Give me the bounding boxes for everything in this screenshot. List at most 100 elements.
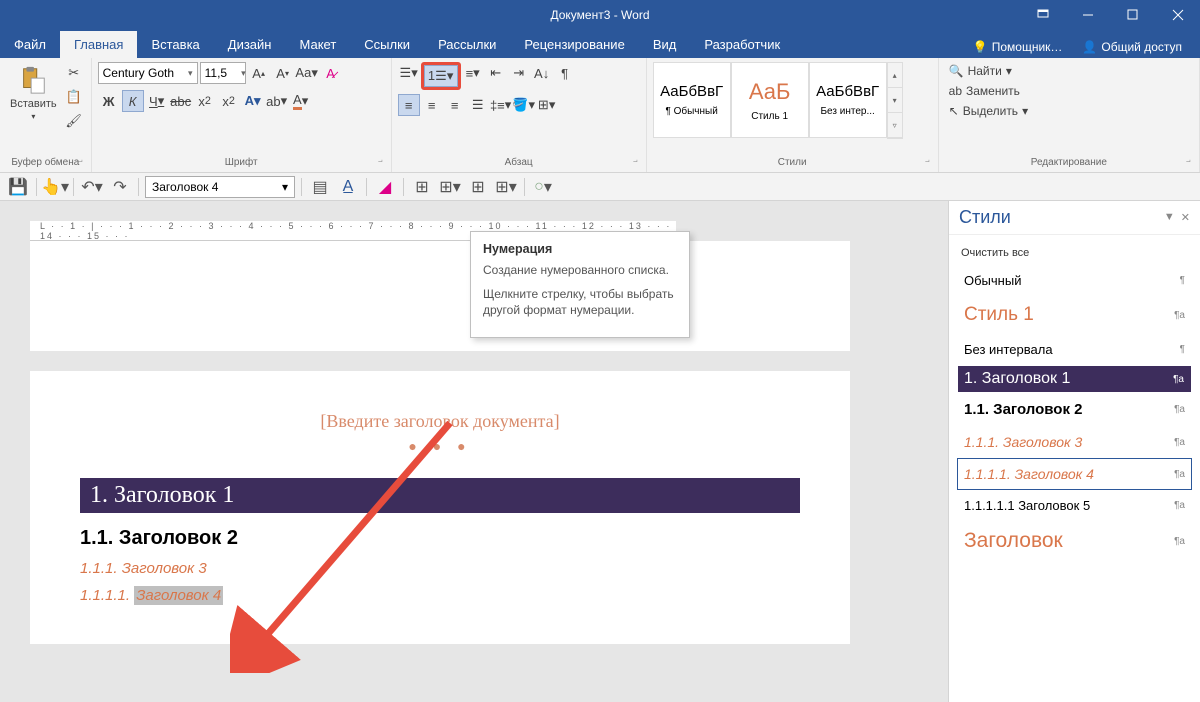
font-color-button[interactable]: A▾ bbox=[290, 90, 312, 112]
styles-pane-dropdown-icon[interactable]: ▼ bbox=[1164, 211, 1175, 224]
style-item-heading1[interactable]: 1. Заголовок 1¶a bbox=[957, 365, 1192, 393]
style-preview-text: АаБбВвГ bbox=[816, 83, 879, 100]
ribbon-options-icon[interactable] bbox=[1020, 0, 1065, 30]
tab-file[interactable]: Файл bbox=[0, 31, 60, 58]
qat-touch[interactable]: 👆▾ bbox=[43, 176, 67, 198]
line-spacing-button[interactable]: ‡≡▾ bbox=[490, 94, 512, 116]
page[interactable]: [Введите заголовок документа] ● ● ● 1. З… bbox=[30, 371, 850, 644]
numbering-button[interactable]: 1☰▾ bbox=[424, 65, 458, 87]
select-button[interactable]: ↖Выделить ▾ bbox=[945, 102, 1032, 120]
clear-formatting-button[interactable]: A̷ bbox=[320, 62, 342, 84]
close-icon[interactable] bbox=[1155, 0, 1200, 30]
subscript-button[interactable]: x2 bbox=[194, 90, 216, 112]
bullets-button[interactable]: ☰▾ bbox=[398, 62, 420, 84]
styles-pane-close-icon[interactable]: ✕ bbox=[1181, 211, 1190, 224]
quick-access-toolbar: 💾 👆▾ ↶▾ ↷ Заголовок 4▾ ▤ A̲ ◢ ⊞ ⊞▾ ⊞ ⊞▾ … bbox=[0, 173, 1200, 201]
qat-btn-8[interactable]: ○▾ bbox=[531, 176, 555, 198]
style-item-heading4[interactable]: 1.1.1.1. Заголовок 4¶a bbox=[957, 458, 1192, 490]
qat-redo[interactable]: ↷ bbox=[108, 176, 132, 198]
share-button[interactable]: 👤 Общий доступ bbox=[1072, 36, 1192, 58]
style-sample-label: Стиль 1 bbox=[751, 111, 788, 122]
qat-save[interactable]: 💾 bbox=[6, 176, 30, 198]
underline-button[interactable]: Ч▾ bbox=[146, 90, 168, 112]
style-item-style1[interactable]: Стиль 1¶a bbox=[957, 296, 1192, 334]
heading-2[interactable]: 1.1. Заголовок 2 bbox=[80, 527, 800, 550]
font-family-select[interactable]: Century Goth bbox=[98, 62, 198, 84]
change-case-button[interactable]: Aa▾ bbox=[296, 62, 318, 84]
heading-4[interactable]: 1.1.1.1. Заголовок 4 bbox=[80, 587, 800, 604]
heading-3[interactable]: 1.1.1. Заголовок 3 bbox=[80, 560, 800, 577]
show-marks-button[interactable]: ¶ bbox=[554, 62, 576, 84]
qat-btn-7[interactable]: ⊞▾ bbox=[494, 176, 518, 198]
align-center-button[interactable]: ≡ bbox=[421, 94, 443, 116]
styles-pane-header: Стили ▼ ✕ bbox=[949, 201, 1200, 235]
replace-button[interactable]: abЗаменить bbox=[945, 82, 1024, 100]
tab-design[interactable]: Дизайн bbox=[214, 31, 286, 58]
find-button[interactable]: 🔍Найти ▾ bbox=[945, 62, 1016, 80]
minimize-icon[interactable] bbox=[1065, 0, 1110, 30]
document-area[interactable]: L · · 1 · | · · · 1 · · · 2 · · · 3 · · … bbox=[0, 201, 948, 702]
grow-font-button[interactable]: A▴ bbox=[248, 62, 270, 84]
bold-button[interactable]: Ж bbox=[98, 90, 120, 112]
multilevel-list-button[interactable]: ≡▾ bbox=[462, 62, 484, 84]
tab-home[interactable]: Главная bbox=[60, 31, 137, 58]
sort-button[interactable]: A↓ bbox=[531, 62, 553, 84]
style-sample-style1[interactable]: АаБ Стиль 1 bbox=[731, 62, 809, 138]
group-clipboard-label: Буфер обмена bbox=[6, 155, 85, 170]
decrease-indent-button[interactable]: ⇤ bbox=[485, 62, 507, 84]
qat-btn-2[interactable]: A̲ bbox=[336, 176, 360, 198]
document-title-placeholder[interactable]: [Введите заголовок документа] bbox=[80, 411, 800, 432]
paste-button[interactable]: Вставить ▾ bbox=[6, 62, 61, 123]
superscript-button[interactable]: x2 bbox=[218, 90, 240, 112]
tab-view[interactable]: Вид bbox=[639, 31, 691, 58]
qat-btn-1[interactable]: ▤ bbox=[308, 176, 332, 198]
qat-undo[interactable]: ↶▾ bbox=[80, 176, 104, 198]
style-item-nointerval[interactable]: Без интервала¶ bbox=[957, 334, 1192, 365]
tab-insert[interactable]: Вставка bbox=[137, 31, 213, 58]
qat-btn-5[interactable]: ⊞▾ bbox=[438, 176, 462, 198]
heading-1[interactable]: 1. Заголовок 1 bbox=[80, 478, 800, 513]
borders-icon: ⊞ bbox=[538, 97, 549, 113]
styles-clear-all[interactable]: Очистить все bbox=[957, 241, 1192, 265]
style-sample-nointerval[interactable]: АаБбВвГ Без интер... bbox=[809, 62, 887, 138]
paste-icon bbox=[17, 64, 49, 96]
style-item-heading5[interactable]: 1.1.1.1.1 Заголовок 5¶a bbox=[957, 490, 1192, 521]
increase-indent-button[interactable]: ⇥ bbox=[508, 62, 530, 84]
maximize-icon[interactable] bbox=[1110, 0, 1155, 30]
qat-btn-6[interactable]: ⊞ bbox=[466, 176, 490, 198]
tab-layout[interactable]: Макет bbox=[285, 31, 350, 58]
heading-4-text-selected: Заголовок 4 bbox=[134, 586, 223, 605]
tell-me[interactable]: 💡 Помощник… bbox=[963, 36, 1073, 58]
align-left-button[interactable]: ≡ bbox=[398, 94, 420, 116]
font-size-select[interactable]: 11,5 bbox=[200, 62, 246, 84]
highlight-button[interactable]: ab▾ bbox=[266, 90, 288, 112]
styles-expand[interactable]: ▿ bbox=[888, 113, 902, 138]
italic-button[interactable]: К bbox=[122, 90, 144, 112]
style-item-heading3[interactable]: 1.1.1. Заголовок 3¶a bbox=[957, 426, 1192, 458]
qat-btn-3[interactable]: ◢ bbox=[373, 176, 397, 198]
text-effects-button[interactable]: A▾ bbox=[242, 90, 264, 112]
borders-button[interactable]: ⊞▾ bbox=[536, 94, 558, 116]
styles-scroll-down[interactable]: ▾ bbox=[888, 88, 902, 113]
justify-button[interactable]: ☰ bbox=[467, 94, 489, 116]
style-item-normal[interactable]: Обычный¶ bbox=[957, 265, 1192, 296]
cut-button[interactable]: ✂ bbox=[63, 62, 85, 84]
qat-style-select[interactable]: Заголовок 4▾ bbox=[145, 176, 295, 198]
tab-references[interactable]: Ссылки bbox=[350, 31, 424, 58]
qat-btn-4[interactable]: ⊞ bbox=[410, 176, 434, 198]
tab-mailings[interactable]: Рассылки bbox=[424, 31, 510, 58]
tab-developer[interactable]: Разработчик bbox=[690, 31, 794, 58]
align-right-button[interactable]: ≡ bbox=[444, 94, 466, 116]
copy-icon: 📋 bbox=[66, 89, 82, 105]
copy-button[interactable]: 📋 bbox=[63, 86, 85, 108]
strike-button[interactable]: abc bbox=[170, 90, 192, 112]
style-item-heading2[interactable]: 1.1. Заголовок 2¶a bbox=[957, 393, 1192, 426]
style-sample-normal[interactable]: АаБбВвГ ¶ Обычный bbox=[653, 62, 731, 138]
cut-icon: ✂ bbox=[68, 65, 79, 81]
shrink-font-button[interactable]: A▾ bbox=[272, 62, 294, 84]
styles-scroll-up[interactable]: ▴ bbox=[888, 63, 902, 88]
format-painter-button[interactable]: 🖌 bbox=[63, 110, 85, 132]
tab-review[interactable]: Рецензирование bbox=[510, 31, 638, 58]
shading-button[interactable]: 🪣▾ bbox=[513, 94, 535, 116]
style-item-title[interactable]: Заголовок¶a bbox=[957, 521, 1192, 561]
